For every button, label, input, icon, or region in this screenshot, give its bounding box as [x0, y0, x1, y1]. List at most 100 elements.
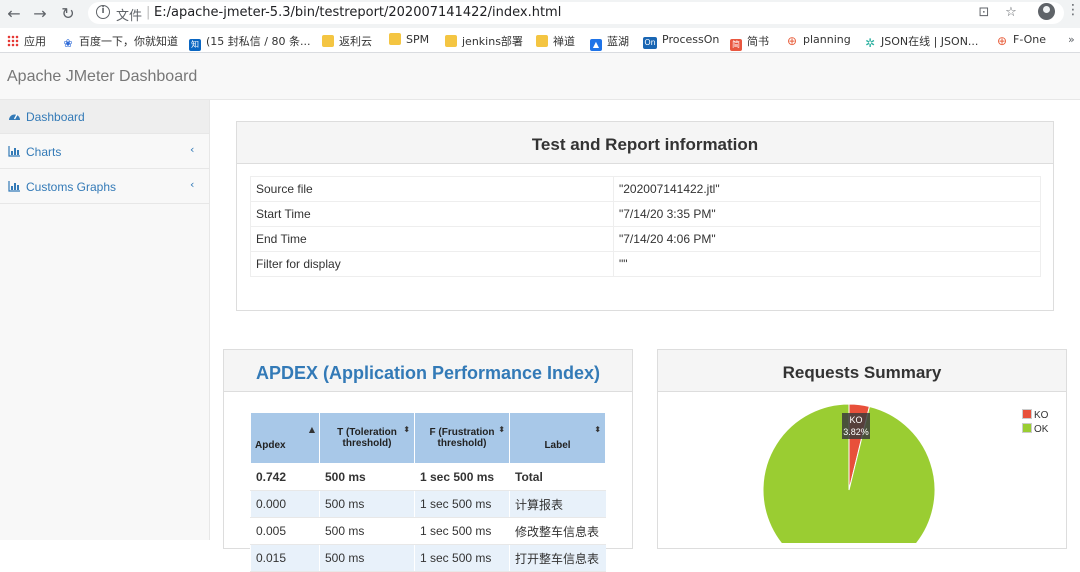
legend-item-ok[interactable]: OK	[1022, 423, 1048, 437]
forward-icon[interactable]: →	[30, 4, 50, 24]
bookmark-jenkins[interactable]: jenkins部署	[445, 33, 523, 49]
bookmark-fone[interactable]: ⊕ F-One	[996, 33, 1046, 47]
frustration-cell: 1 sec 500 ms	[414, 544, 510, 572]
bar-chart-icon	[8, 146, 20, 157]
pie-slice-label-ko: KO 3.82%	[842, 413, 870, 439]
info-value: ""	[613, 251, 1041, 277]
bookmark-chandao[interactable]: 禅道	[536, 33, 575, 49]
bookmark-planning[interactable]: ⊕ planning	[786, 33, 851, 47]
table-row: 0.742 500 ms 1 sec 500 ms Total	[250, 463, 606, 491]
info-label: Start Time	[250, 201, 614, 227]
sidebar-item-label: Customs Graphs	[26, 180, 117, 194]
file-scheme-label: 文件	[116, 9, 143, 24]
bookmark-processon[interactable]: On ProcessOn	[643, 33, 719, 49]
back-icon[interactable]: ←	[4, 4, 24, 24]
frustration-cell: 1 sec 500 ms	[414, 490, 510, 518]
label-cell: 计算报表	[509, 490, 606, 518]
legend-swatch	[1022, 423, 1032, 433]
info-value: "7/14/20 4:06 PM"	[613, 226, 1041, 252]
folder-icon	[536, 35, 548, 47]
zhihu-icon: 知	[189, 39, 201, 51]
chevron-left-icon[interactable]: ‹	[190, 178, 194, 191]
test-report-info-table: Source file "202007141422.jtl" Start Tim…	[250, 176, 1041, 277]
test-report-info-panel: Test and Report information Source file …	[236, 121, 1054, 311]
slice-label-percent: 3.82%	[843, 427, 869, 437]
bookmarks-bar: 应用 ❀ 百度一下，你就知道 知 (15 封私信 / 80 条... 返利云 SPM…	[0, 28, 1080, 53]
apps-grid-icon	[7, 35, 19, 47]
column-header-apdex[interactable]: Apdex ▲	[250, 412, 320, 464]
table-row: 0.015 500 ms 1 sec 500 ms 打开整车信息表	[250, 544, 606, 572]
table-row: Start Time "7/14/20 3:35 PM"	[250, 201, 1041, 227]
pie-legend: KO OK	[1022, 409, 1048, 437]
translate-icon[interactable]: ⊡	[976, 5, 992, 21]
label-cell: 打开整车信息表	[509, 544, 606, 572]
profile-avatar-icon[interactable]	[1038, 3, 1055, 20]
app-title[interactable]: Apache JMeter Dashboard	[7, 68, 197, 86]
info-value: "202007141422.jtl"	[613, 176, 1041, 202]
info-label: End Time	[250, 226, 614, 252]
bookmark-baidu[interactable]: ❀ 百度一下，你就知道	[62, 33, 178, 50]
bookmarks-overflow-icon[interactable]: »	[1068, 33, 1075, 46]
app-header: Apache JMeter Dashboard	[0, 53, 1080, 100]
lanhu-icon: ▲	[590, 39, 602, 51]
toleration-cell: 500 ms	[319, 463, 415, 491]
bookmark-fanliyun[interactable]: 返利云	[322, 33, 372, 49]
legend-item-ko[interactable]: KO	[1022, 409, 1048, 423]
sort-icon: ⬍	[498, 425, 505, 434]
legend-swatch	[1022, 409, 1032, 419]
processon-icon: On	[643, 37, 657, 49]
json-icon: ✲	[864, 36, 876, 50]
bookmark-jianshu[interactable]: 简简书	[730, 33, 769, 51]
sidebar-item-dashboard[interactable]: Dashboard	[0, 100, 209, 134]
info-label: Source file	[250, 176, 614, 202]
dashboard-icon	[9, 114, 20, 120]
table-header-row: Apdex ▲ T (Toleration threshold) ⬍ F (Frus…	[250, 412, 606, 464]
sidebar-item-customs-graphs[interactable]: Customs Graphs ‹	[0, 170, 209, 204]
sort-icon: ⬍	[403, 425, 410, 434]
label-cell: Total	[509, 463, 606, 491]
omnibox-separator: |	[146, 5, 151, 20]
slice-label-name: KO	[849, 415, 863, 425]
info-value: "7/14/20 3:35 PM"	[613, 201, 1041, 227]
table-row: End Time "7/14/20 4:06 PM"	[250, 226, 1041, 252]
address-bar[interactable]: i 文件 | E:/apache-jmeter-5.3/bin/testrepo…	[88, 2, 1064, 24]
sidebar-item-label: Dashboard	[26, 110, 85, 124]
info-label: Filter for display	[250, 251, 614, 277]
panel-heading: Test and Report information	[237, 122, 1053, 164]
column-header-toleration[interactable]: T (Toleration threshold) ⬍	[319, 412, 415, 464]
sort-icon: ⬍	[594, 425, 601, 434]
folder-icon	[445, 35, 457, 47]
bookmark-spm[interactable]: SPM	[389, 33, 429, 46]
bookmark-star-icon[interactable]: ☆	[1003, 5, 1019, 21]
apdex-cell: 0.005	[250, 517, 320, 545]
apdex-title: APDEX (Application Performance Index)	[255, 363, 601, 383]
bookmark-lanhu[interactable]: ▲ 蓝湖	[590, 33, 629, 51]
column-header-label[interactable]: Label ⬍	[509, 412, 606, 464]
sidebar: Dashboard Charts ‹ Customs Graphs ‹	[0, 100, 210, 540]
bar-chart-icon	[8, 181, 20, 192]
apdex-table: Apdex ▲ T (Toleration threshold) ⬍ F (Frus…	[250, 412, 606, 572]
reload-icon[interactable]: ↻	[58, 4, 78, 24]
apdex-cell: 0.742	[250, 463, 320, 491]
bookmark-json[interactable]: ✲ JSON在线 | JSON...	[864, 33, 978, 49]
test-report-info-title: Test and Report information	[531, 135, 759, 154]
bookmark-apps[interactable]: 应用	[7, 33, 46, 49]
requests-summary-panel: Requests Summary KO OK KO 3.82%	[657, 349, 1067, 549]
url-text[interactable]: E:/apache-jmeter-5.3/bin/testreport/2020…	[154, 5, 561, 20]
info-icon[interactable]: i	[96, 5, 110, 19]
table-row: Filter for display ""	[250, 251, 1041, 277]
table-row: 0.005 500 ms 1 sec 500 ms 修改整车信息表	[250, 517, 606, 545]
sidebar-item-label: Charts	[26, 145, 62, 159]
sidebar-item-charts[interactable]: Charts ‹	[0, 135, 209, 169]
chevron-left-icon[interactable]: ‹	[190, 143, 194, 156]
browser-toolbar: ← → ↻ i 文件 | E:/apache-jmeter-5.3/bin/te…	[0, 0, 1080, 28]
folder-icon	[389, 33, 401, 45]
table-row: 0.000 500 ms 1 sec 500 ms 计算报表	[250, 490, 606, 518]
toleration-cell: 500 ms	[319, 544, 415, 572]
bookmark-zhihu[interactable]: 知 (15 封私信 / 80 条...	[189, 33, 310, 51]
sort-asc-icon: ▲	[308, 425, 315, 434]
planning-icon: ⊕	[786, 34, 798, 48]
column-header-frustration[interactable]: F (Frustration threshold) ⬍	[414, 412, 510, 464]
browser-menu-icon[interactable]: ⋮	[1066, 2, 1080, 18]
apdex-cell: 0.015	[250, 544, 320, 572]
